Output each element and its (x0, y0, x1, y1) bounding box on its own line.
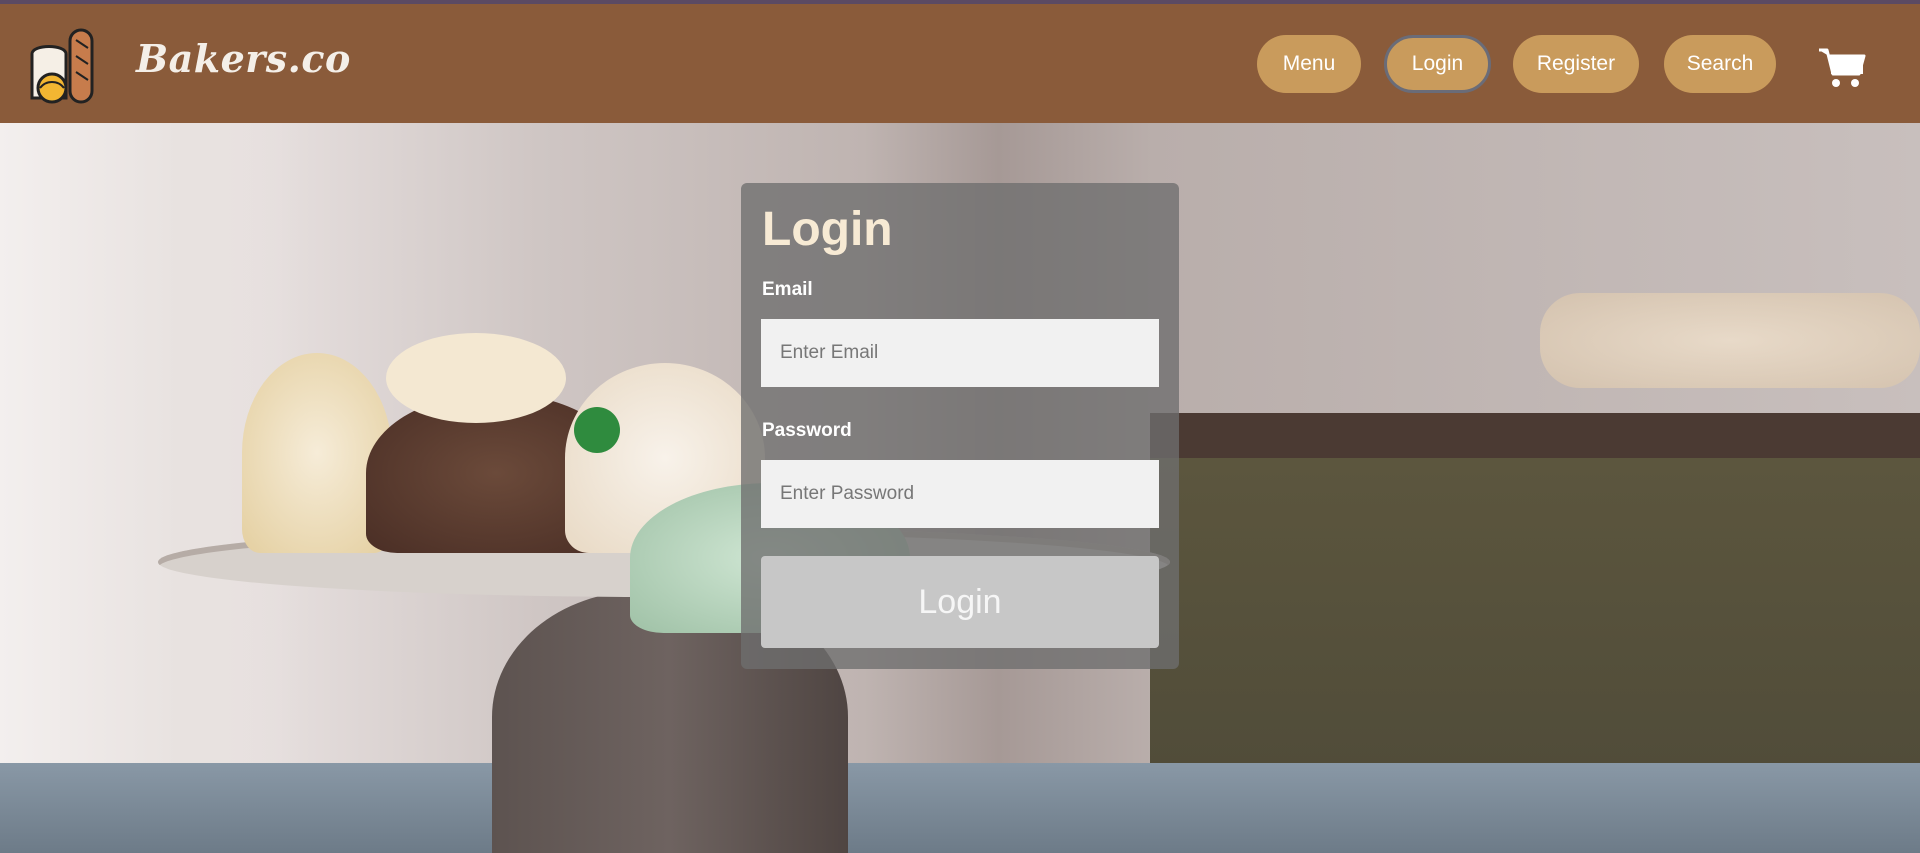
nav-login-button[interactable]: Login (1384, 35, 1491, 93)
green-candy-topping (574, 407, 620, 453)
nav-menu-button[interactable]: Menu (1257, 35, 1361, 93)
email-field[interactable] (761, 319, 1159, 387)
brand-name[interactable]: Bakers.co (136, 36, 351, 81)
table-surface (0, 763, 1920, 853)
nav-search-button[interactable]: Search (1664, 35, 1776, 93)
site-header: Bakers.co Menu Login Register Search (0, 4, 1920, 123)
login-title: Login (762, 203, 893, 256)
password-label: Password (762, 420, 852, 441)
background-shelf (1150, 413, 1920, 458)
login-card: Login Email Password Login (741, 183, 1179, 669)
password-field[interactable] (761, 460, 1159, 528)
background-pastries (1540, 293, 1920, 388)
email-label: Email (762, 279, 813, 300)
nav-register-button[interactable]: Register (1513, 35, 1639, 93)
login-submit-button[interactable]: Login (761, 556, 1159, 648)
cupcake-frosting (386, 333, 566, 423)
shopping-cart-icon[interactable] (1817, 44, 1867, 90)
bakery-bread-logo-icon[interactable] (26, 26, 104, 106)
